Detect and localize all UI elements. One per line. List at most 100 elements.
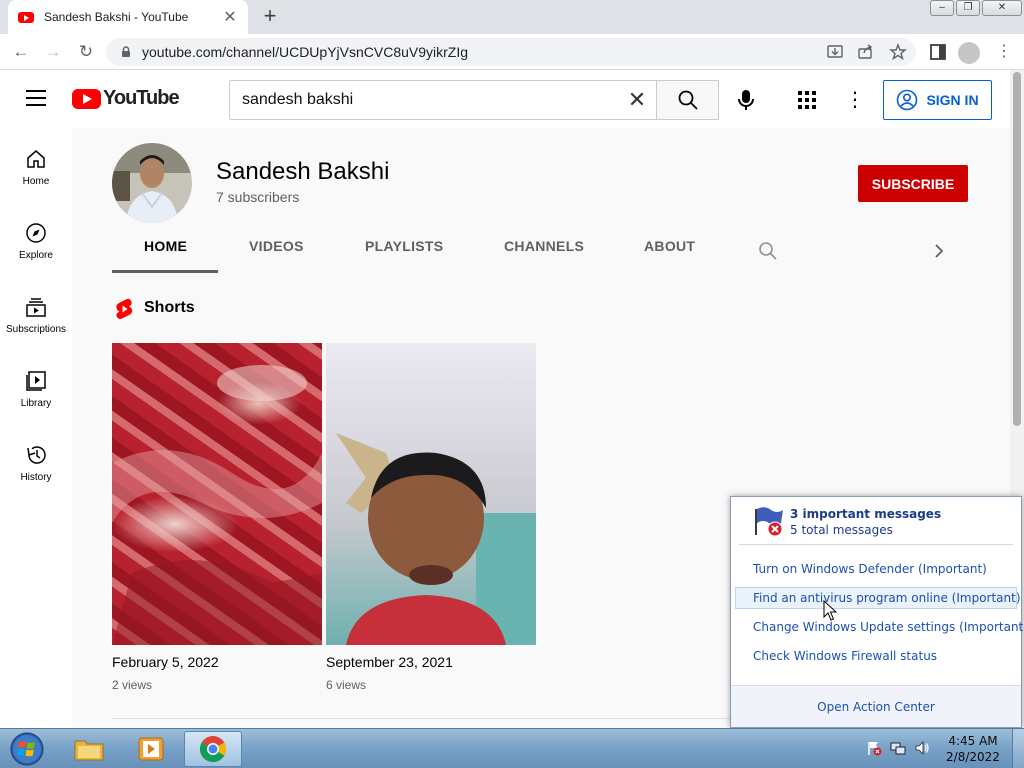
important-messages-link[interactable]: 3 important messages: [790, 507, 941, 521]
chrome-menu-button[interactable]: ⋮: [996, 42, 1012, 62]
volume-icon[interactable]: [914, 740, 930, 756]
total-messages-link[interactable]: 5 total messages: [790, 523, 893, 537]
tab-home[interactable]: HOME: [144, 238, 187, 254]
short-thumbnail-image: [112, 365, 322, 645]
minimize-button[interactable]: –: [930, 0, 954, 16]
channel-name: Sandesh Bakshi: [216, 158, 390, 185]
action-center-flag-icon: [755, 507, 783, 537]
search-button[interactable]: [656, 80, 719, 120]
share-icon[interactable]: [857, 43, 875, 61]
sign-in-button[interactable]: SIGN IN: [883, 80, 992, 120]
search-input[interactable]: sandesh bakshi ✕: [229, 80, 657, 120]
short-views: 6 views: [326, 678, 367, 692]
clock-time: 4:45 AM: [948, 734, 998, 748]
url-text: youtube.com/channel/UCDUpYjVsnCVC8uV9yik…: [142, 44, 469, 60]
subscriptions-icon: [26, 298, 46, 317]
short-views: 2 views: [112, 678, 153, 692]
address-bar[interactable]: youtube.com/channel/UCDUpYjVsnCVC8uV9yik…: [106, 38, 916, 66]
firewall-status-link[interactable]: Check Windows Firewall status: [753, 649, 937, 663]
media-player-icon: [138, 737, 164, 761]
active-tab-indicator: [112, 270, 218, 273]
browser-tabstrip: Sandesh Bakshi - YouTube ✕ + – ❐ ✕: [0, 0, 1024, 34]
back-button[interactable]: ←: [10, 41, 32, 63]
youtube-wordmark: YouTube: [103, 87, 180, 109]
short-thumbnail-image: [336, 433, 536, 645]
clear-search-icon[interactable]: ✕: [617, 87, 657, 113]
short-thumbnail-2[interactable]: [326, 343, 536, 645]
sidebar-item-label: Explore: [19, 250, 53, 261]
taskbar-chrome-button[interactable]: [184, 731, 242, 767]
clock-date: 2/8/2022: [946, 750, 1000, 764]
sidebar-item-subscriptions[interactable]: Subscriptions: [0, 276, 72, 346]
antivirus-link[interactable]: Find an antivirus program online (Import…: [753, 591, 1021, 605]
sidebar-item-library[interactable]: Library: [0, 350, 72, 420]
channel-search-icon[interactable]: [758, 241, 778, 261]
channel-avatar[interactable]: [112, 143, 192, 223]
youtube-mini-sidebar: Home Explore Subscriptions Library Histo…: [0, 128, 72, 728]
tab-playlists[interactable]: PLAYLISTS: [365, 238, 443, 254]
youtube-header: YouTube sandesh bakshi ✕ ⋮ SIGN IN: [0, 70, 1010, 128]
tab-about[interactable]: ABOUT: [644, 238, 695, 254]
search-value: sandesh bakshi: [242, 91, 354, 108]
subscribe-button[interactable]: SUBSCRIBE: [858, 165, 968, 202]
sidebar-item-home[interactable]: Home: [0, 128, 72, 198]
profile-avatar[interactable]: [958, 42, 980, 64]
install-app-icon[interactable]: [826, 43, 844, 61]
browser-tab[interactable]: Sandesh Bakshi - YouTube ✕: [8, 0, 248, 34]
new-tab-button[interactable]: +: [258, 5, 282, 27]
sidebar-item-label: Home: [22, 176, 50, 187]
youtube-play-icon: [72, 88, 101, 109]
tab-videos[interactable]: VIDEOS: [249, 238, 304, 254]
short-date: September 23, 2021: [326, 654, 453, 670]
search-icon: [678, 90, 698, 110]
taskbar-explorer-button[interactable]: [60, 731, 118, 767]
open-action-center-link[interactable]: Open Action Center: [731, 700, 1021, 714]
youtube-logo[interactable]: YouTube: [72, 87, 180, 110]
chevron-right-icon[interactable]: [932, 242, 946, 260]
account-icon: [897, 89, 918, 111]
popup-footer: Open Action Center: [731, 685, 1021, 727]
chrome-icon: [199, 736, 227, 763]
popup-divider: [739, 544, 1013, 545]
sidebar-item-explore[interactable]: Explore: [0, 202, 72, 272]
short-thumbnail-1[interactable]: [112, 343, 322, 645]
taskbar-clock[interactable]: 4:45 AM 2/8/2022: [946, 733, 1000, 765]
sidebar-item-label: History: [20, 472, 52, 483]
show-desktop-button[interactable]: [1012, 729, 1024, 768]
window-close-button[interactable]: ✕: [982, 0, 1022, 16]
shorts-icon: [116, 298, 133, 319]
short-date: February 5, 2022: [112, 654, 219, 670]
tab-title: Sandesh Bakshi - YouTube: [44, 10, 189, 24]
settings-more-button[interactable]: ⋮: [845, 87, 865, 113]
section-divider: [112, 718, 732, 719]
apps-grid-icon[interactable]: [797, 90, 817, 110]
shorts-section-title: Shorts: [144, 299, 195, 316]
windows-defender-link[interactable]: Turn on Windows Defender (Important): [753, 562, 987, 576]
sidebar-item-label: Library: [20, 398, 52, 409]
action-center-tray-icon[interactable]: [866, 740, 882, 756]
side-panel-icon[interactable]: [929, 43, 947, 61]
action-center-popup: 3 important messages 5 total messages Tu…: [730, 496, 1024, 728]
windows-update-link[interactable]: Change Windows Update settings (Importan…: [753, 620, 1024, 634]
window-controls: – ❐ ✕: [928, 0, 1022, 18]
bookmark-star-icon[interactable]: [889, 43, 907, 61]
forward-button[interactable]: →: [42, 41, 64, 63]
tab-channels[interactable]: CHANNELS: [504, 238, 584, 254]
browser-toolbar: ← → ↻ youtube.com/channel/UCDUpYjVsnCVC8…: [0, 34, 1024, 70]
tab-close-icon[interactable]: ✕: [222, 7, 238, 27]
scrollbar-thumb[interactable]: [1013, 72, 1021, 426]
microphone-icon[interactable]: [733, 87, 759, 113]
youtube-favicon-icon: [18, 11, 34, 23]
taskbar-media-player-button[interactable]: [122, 731, 180, 767]
mouse-cursor-icon: [823, 600, 837, 621]
network-icon[interactable]: [890, 740, 906, 756]
sign-in-label: SIGN IN: [926, 92, 979, 108]
sidebar-item-label: Subscriptions: [5, 324, 67, 335]
sidebar-item-history[interactable]: History: [0, 424, 72, 494]
channel-avatar-image: [112, 143, 192, 223]
menu-icon[interactable]: [26, 90, 46, 106]
restore-button[interactable]: ❐: [956, 0, 980, 16]
reload-button[interactable]: ↻: [75, 41, 97, 63]
folder-icon: [74, 740, 104, 761]
start-button-icon[interactable]: [8, 731, 46, 767]
